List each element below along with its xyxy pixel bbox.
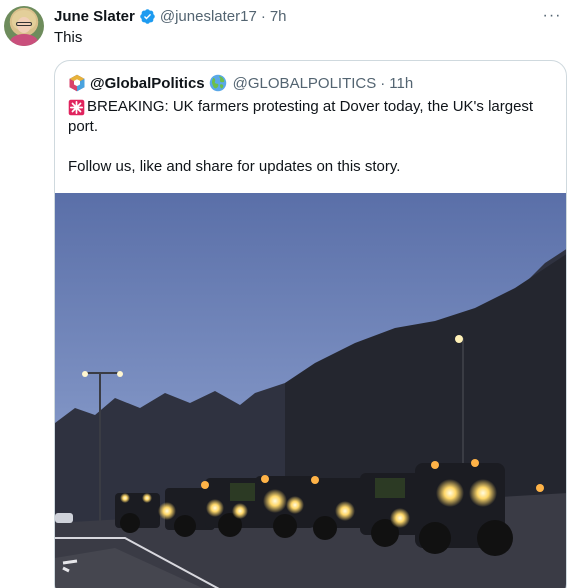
separator-dot: · [260, 7, 266, 25]
quote-author-name[interactable]: @GlobalPolitics [90, 75, 205, 92]
verified-badge-icon [139, 8, 156, 25]
tweet-text: This [54, 29, 83, 46]
tweet-header: June Slater @juneslater17 · 7h [54, 5, 287, 27]
protest-photo[interactable] [55, 193, 567, 588]
avatar-body [10, 34, 38, 46]
tweet-time[interactable]: 7h [270, 8, 287, 25]
avatar-glasses [16, 22, 32, 26]
siren-icon [68, 99, 85, 116]
quote-author-handle[interactable]: @GLOBALPOLITICS [233, 75, 377, 92]
more-options-icon[interactable]: ··· [539, 6, 565, 26]
cube-logo-icon [69, 74, 85, 92]
author-handle[interactable]: @juneslater17 [160, 8, 257, 25]
author-avatar[interactable] [4, 6, 44, 46]
quote-header: @GlobalPolitics @GLOBALPOLITICS · 11h [68, 73, 413, 93]
quote-follow-text: Follow us, like and share for updates on… [68, 158, 401, 175]
quote-breaking-line: BREAKING: UK farmers protesting at Dover… [68, 97, 533, 117]
quoted-tweet[interactable]: @GlobalPolitics @GLOBALPOLITICS · 11h BR… [54, 60, 567, 588]
quote-time[interactable]: 11h [389, 75, 413, 92]
quote-separator-dot: · [380, 74, 386, 92]
quote-breaking-continuation: port. [68, 118, 99, 135]
author-name[interactable]: June Slater [54, 8, 135, 25]
quote-breaking-text: BREAKING: UK farmers protesting at Dover… [87, 98, 534, 115]
globe-icon [209, 74, 227, 92]
